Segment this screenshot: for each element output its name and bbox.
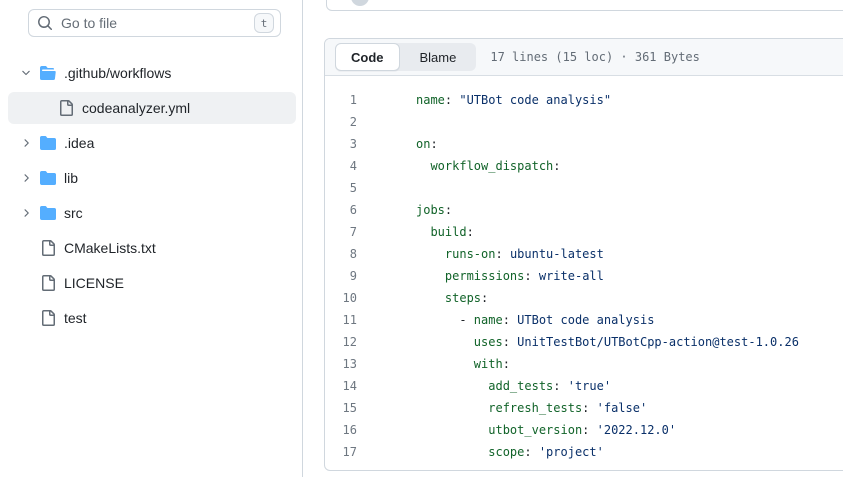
tree-item-label: test — [64, 310, 87, 326]
tree-item-folder[interactable]: src — [8, 197, 296, 229]
indent-spacer — [18, 240, 34, 256]
code-line: 13 with: — [325, 353, 843, 375]
code-line: 3on: — [325, 133, 843, 155]
line-number[interactable]: 11 — [325, 309, 365, 331]
shortcut-key-badge: t — [254, 13, 274, 33]
line-number[interactable]: 12 — [325, 331, 365, 353]
code-line: 8 runs-on: ubuntu-latest — [325, 243, 843, 265]
folder-icon — [40, 135, 56, 151]
tree-item-label: CMakeLists.txt — [64, 240, 156, 256]
line-number[interactable]: 13 — [325, 353, 365, 375]
code-line-content: with: — [365, 353, 843, 375]
code-line-content: on: — [365, 133, 843, 155]
file-info-text: 17 lines (15 loc) · 361 Bytes — [490, 50, 700, 64]
code-line-content — [365, 177, 843, 199]
code-line-content: scope: 'project' — [365, 441, 843, 463]
indent-spacer — [18, 310, 34, 326]
tree-item-label: lib — [64, 170, 78, 186]
file-icon — [58, 100, 74, 116]
tree-item-label: LICENSE — [64, 275, 124, 291]
tree-item-label: .idea — [64, 135, 94, 151]
code-line-content: name: "UTBot code analysis" — [365, 89, 843, 111]
line-number[interactable]: 4 — [325, 155, 365, 177]
chevron-down-icon[interactable] — [18, 65, 34, 81]
tree-item-label: src — [64, 205, 83, 221]
line-number[interactable]: 14 — [325, 375, 365, 397]
chevron-right-icon[interactable] — [18, 170, 34, 186]
folder-icon — [40, 170, 56, 186]
go-to-file-search-box[interactable]: t — [28, 9, 281, 37]
code-line: 11 - name: UTBot code analysis — [325, 309, 843, 331]
line-number[interactable]: 3 — [325, 133, 365, 155]
tree-item-file[interactable]: test — [8, 302, 296, 334]
code-line: 14 add_tests: 'true' — [325, 375, 843, 397]
tree-item-label: .github/workflows — [64, 65, 171, 81]
file-icon — [40, 310, 56, 326]
file-content-header: CodeBlame 17 lines (15 loc) · 361 Bytes — [325, 39, 843, 76]
chevron-right-icon[interactable] — [18, 205, 34, 221]
code-line-content: add_tests: 'true' — [365, 375, 843, 397]
code-line-content: jobs: — [365, 199, 843, 221]
code-line: 16 utbot_version: '2022.12.0' — [325, 419, 843, 441]
code-line: 10 steps: — [325, 287, 843, 309]
code-line-content: - name: UTBot code analysis — [365, 309, 843, 331]
code-line: 5 — [325, 177, 843, 199]
code-line: 6jobs: — [325, 199, 843, 221]
file-content-panel: CodeBlame 17 lines (15 loc) · 361 Bytes … — [324, 38, 843, 471]
line-number[interactable]: 15 — [325, 397, 365, 419]
line-number[interactable]: 2 — [325, 111, 365, 133]
file-icon — [40, 275, 56, 291]
indent-spacer — [18, 275, 34, 291]
code-line-content: permissions: write-all — [365, 265, 843, 287]
code-line-content: refresh_tests: 'false' — [365, 397, 843, 419]
code-line-content: steps: — [365, 287, 843, 309]
file-tree-sidebar: t .github/workflows codeanalyzer.yml .idea… — [0, 0, 303, 477]
go-to-file-input[interactable] — [61, 15, 254, 31]
code-line: 17 scope: 'project' — [325, 441, 843, 463]
code-line: 4 workflow_dispatch: — [325, 155, 843, 177]
chevron-right-icon[interactable] — [18, 135, 34, 151]
code-line-content: build: — [365, 221, 843, 243]
line-number[interactable]: 16 — [325, 419, 365, 441]
top-partial-panel — [326, 0, 843, 11]
avatar — [351, 0, 369, 6]
line-number[interactable]: 7 — [325, 221, 365, 243]
code-line: 1name: "UTBot code analysis" — [325, 89, 843, 111]
code-line-content: runs-on: ubuntu-latest — [365, 243, 843, 265]
line-number[interactable]: 6 — [325, 199, 365, 221]
code-line: 2 — [325, 111, 843, 133]
tree-item-folder[interactable]: .idea — [8, 127, 296, 159]
tree-item-file[interactable]: CMakeLists.txt — [8, 232, 296, 264]
tree-item-folder[interactable]: lib — [8, 162, 296, 194]
code-line: 15 refresh_tests: 'false' — [325, 397, 843, 419]
folder-open-icon — [40, 65, 56, 81]
code-line: 7 build: — [325, 221, 843, 243]
line-number[interactable]: 8 — [325, 243, 365, 265]
line-number[interactable]: 9 — [325, 265, 365, 287]
tree-item-file[interactable]: codeanalyzer.yml — [8, 92, 296, 124]
code-line-content: utbot_version: '2022.12.0' — [365, 419, 843, 441]
indent-spacer — [36, 100, 52, 116]
folder-icon — [40, 205, 56, 221]
code-blame-switcher: CodeBlame — [335, 43, 476, 71]
search-icon — [37, 15, 53, 31]
tree-item-folder[interactable]: .github/workflows — [8, 57, 296, 89]
code-line-content: uses: UnitTestBot/UTBotCpp-action@test-1… — [365, 331, 843, 353]
code-line: 9 permissions: write-all — [325, 265, 843, 287]
file-icon — [40, 240, 56, 256]
code-view: 1name: "UTBot code analysis"23on:4 workf… — [325, 76, 843, 463]
line-number[interactable]: 10 — [325, 287, 365, 309]
line-number[interactable]: 17 — [325, 441, 365, 463]
file-tree: .github/workflows codeanalyzer.yml .idea li… — [8, 57, 296, 337]
line-number[interactable]: 1 — [325, 89, 365, 111]
tree-item-label: codeanalyzer.yml — [82, 100, 190, 116]
tab-blame[interactable]: Blame — [400, 43, 477, 71]
code-line-content — [365, 111, 843, 133]
code-line-content: workflow_dispatch: — [365, 155, 843, 177]
tab-code[interactable]: Code — [335, 43, 400, 71]
line-number[interactable]: 5 — [325, 177, 365, 199]
tree-item-file[interactable]: LICENSE — [8, 267, 296, 299]
code-line: 12 uses: UnitTestBot/UTBotCpp-action@tes… — [325, 331, 843, 353]
